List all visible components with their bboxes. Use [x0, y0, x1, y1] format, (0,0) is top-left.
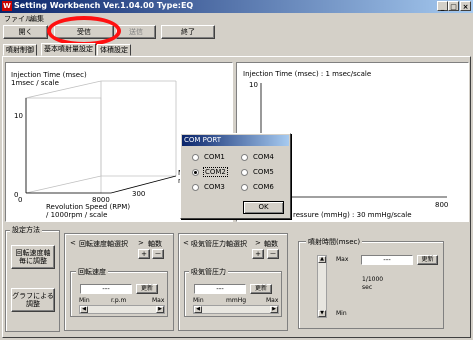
com5-radio[interactable]: [241, 169, 248, 176]
chart-2d-xtitle: ressure (mmHg) : 30 mmHg/scale: [293, 211, 412, 219]
injection-slider[interactable]: ▲ ▼: [317, 255, 327, 318]
com4-radio[interactable]: [241, 154, 248, 161]
pressure-slider[interactable]: ◀ ▶: [193, 305, 279, 314]
close-button[interactable]: ×: [460, 1, 471, 11]
com2-radio[interactable]: [192, 169, 199, 176]
rpm-add-button[interactable]: +: [138, 249, 150, 259]
pressure-sub-legend: 吸気管圧力: [189, 267, 228, 277]
pressure-value-field[interactable]: ---: [194, 284, 246, 294]
window-title: Setting Workbench Ver.1.04.00 Type:EQ: [14, 1, 194, 10]
pressure-axis-count: 軸数: [264, 240, 278, 248]
com-port-dialog-title: COM PORT: [182, 135, 289, 146]
tab-volume-setting[interactable]: 体積設定: [97, 44, 131, 56]
rpm-prev-icon[interactable]: <: [70, 239, 76, 247]
rpm-slider-right-icon[interactable]: ▶: [156, 306, 164, 313]
com5-label[interactable]: COM5: [253, 168, 274, 176]
pressure-slider-right-icon[interactable]: ▶: [270, 306, 278, 313]
rotation-axis-adjust-button[interactable]: 回転速度軸 毎に調整: [11, 245, 55, 269]
injection-max-label: Max: [336, 256, 349, 263]
pressure-update-button[interactable]: 更新: [250, 284, 272, 294]
com3-label[interactable]: COM3: [204, 183, 225, 191]
settings-method-legend: 設定方法: [10, 225, 42, 235]
pressure-add-button[interactable]: +: [252, 249, 264, 259]
rpm-slider[interactable]: ◀ ▶: [79, 305, 165, 314]
rpm-max-label: Max: [152, 297, 165, 304]
injection-slider-up-icon[interactable]: ▲: [318, 256, 326, 263]
injection-update-button[interactable]: 更新: [417, 255, 438, 265]
exit-button[interactable]: 終了: [161, 25, 215, 39]
com2-label[interactable]: COM2: [203, 167, 228, 177]
chart-3d-xtitle: Revolution Speed (RPM): [46, 203, 131, 211]
rpm-axis-title: 回転速度軸選択: [79, 240, 128, 248]
rpm-unit-label: r.p.m: [111, 297, 127, 304]
menu-edit[interactable]: 編集: [30, 14, 44, 24]
injection-value-field[interactable]: ---: [361, 255, 413, 265]
pressure-max-label: Max: [266, 297, 279, 304]
rpm-slider-left-icon[interactable]: ◀: [80, 306, 88, 313]
rpm-axis-count: 軸数: [148, 240, 162, 248]
rpm-update-button[interactable]: 更新: [136, 284, 158, 294]
app-icon: W: [2, 1, 12, 11]
pressure-min-label: Min: [193, 297, 204, 304]
com1-radio[interactable]: [192, 154, 199, 161]
chart-3d-xtick-zero: 0: [18, 196, 23, 204]
injection-min-label: Min: [336, 310, 347, 317]
com1-label[interactable]: COM1: [204, 153, 225, 161]
chart-3d-ztick: 300: [132, 190, 146, 198]
rpm-min-label: Min: [79, 297, 90, 304]
com-port-dialog: COM PORT COM1 COM2 COM3 COM4 COM5 COM6 O…: [180, 133, 291, 219]
title-bar: W Setting Workbench Ver.1.04.00 Type:EQ …: [0, 0, 473, 13]
pressure-prev-icon[interactable]: <: [183, 239, 189, 247]
injection-sec-label: sec: [362, 284, 373, 291]
chart-2d-xtick-max: 800: [435, 201, 449, 209]
send-button[interactable]: 送信: [116, 25, 156, 39]
com6-label[interactable]: COM6: [253, 183, 274, 191]
tab-base-injection[interactable]: 基本噴射量設定: [41, 43, 96, 56]
minimize-button[interactable]: _: [437, 1, 448, 11]
ok-button[interactable]: OK: [243, 201, 284, 214]
pressure-next-icon[interactable]: >: [255, 239, 261, 247]
com4-label[interactable]: COM4: [253, 153, 274, 161]
com6-radio[interactable]: [241, 184, 248, 191]
pressure-slider-left-icon[interactable]: ◀: [194, 306, 202, 313]
chart-3d-xscale: / 1000rpm / scale: [46, 211, 108, 219]
injection-slider-down-icon[interactable]: ▼: [318, 310, 326, 317]
open-button[interactable]: 開く: [3, 25, 48, 39]
injection-fraction-label: 1/1000: [362, 276, 384, 283]
pressure-unit-label: mmHg: [226, 297, 247, 304]
menu-file[interactable]: ファイル: [4, 14, 32, 24]
pressure-axis-title: 吸気管圧力軸選択: [191, 240, 247, 248]
injection-time-legend: 噴射時間(msec): [306, 237, 363, 247]
rpm-next-icon[interactable]: >: [138, 239, 144, 247]
highlight-ring: [47, 16, 121, 46]
rpm-remove-button[interactable]: －: [152, 249, 164, 259]
pressure-remove-button[interactable]: －: [267, 249, 279, 259]
tab-injection-control[interactable]: 噴射制御: [3, 44, 37, 56]
rpm-sub-legend: 回転速度: [76, 267, 108, 277]
com3-radio[interactable]: [192, 184, 199, 191]
rpm-value-field[interactable]: ---: [80, 284, 132, 294]
graph-adjust-button[interactable]: グラフによる 調整: [11, 288, 55, 312]
maximize-button[interactable]: □: [448, 1, 459, 11]
